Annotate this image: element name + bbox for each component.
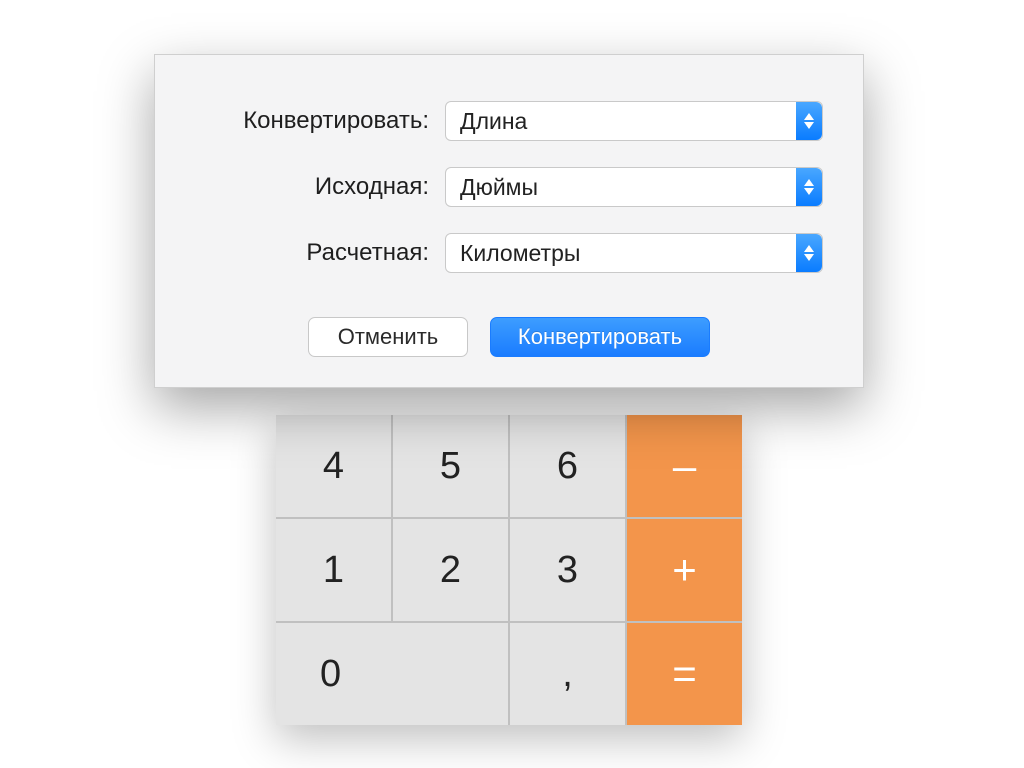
select-stepper-icon (796, 234, 822, 272)
cancel-button[interactable]: Отменить (308, 317, 468, 357)
calculator-keypad: 4 5 6 – 1 2 3 + 0 , = (276, 415, 742, 725)
key-equals[interactable]: = (627, 623, 742, 725)
label-convert: Конвертировать: (195, 107, 445, 135)
convert-button[interactable]: Конвертировать (490, 317, 710, 357)
key-plus[interactable]: + (627, 519, 742, 621)
select-conversion-type-value: Длина (446, 108, 527, 135)
key-0[interactable]: 0 (276, 623, 508, 725)
row-from: Исходная: Дюймы (195, 167, 823, 207)
key-decimal[interactable]: , (510, 623, 625, 725)
label-to: Расчетная: (195, 239, 445, 267)
select-stepper-icon (796, 168, 822, 206)
key-2[interactable]: 2 (393, 519, 508, 621)
select-to-unit-value: Километры (446, 240, 580, 267)
conversion-dialog: Конвертировать: Длина Исходная: Дюймы Ра… (154, 54, 864, 388)
key-1[interactable]: 1 (276, 519, 391, 621)
select-from-unit-value: Дюймы (446, 174, 538, 201)
select-conversion-type[interactable]: Длина (445, 101, 823, 141)
key-4[interactable]: 4 (276, 415, 391, 517)
row-to: Расчетная: Километры (195, 233, 823, 273)
key-minus[interactable]: – (627, 415, 742, 517)
select-stepper-icon (796, 102, 822, 140)
key-6[interactable]: 6 (510, 415, 625, 517)
calculator-panel: 4 5 6 – 1 2 3 + 0 , = (276, 415, 742, 725)
key-5[interactable]: 5 (393, 415, 508, 517)
select-to-unit[interactable]: Километры (445, 233, 823, 273)
label-from: Исходная: (195, 173, 445, 201)
select-from-unit[interactable]: Дюймы (445, 167, 823, 207)
row-convert: Конвертировать: Длина (195, 101, 823, 141)
key-3[interactable]: 3 (510, 519, 625, 621)
dialog-buttons: Отменить Конвертировать (195, 317, 823, 357)
